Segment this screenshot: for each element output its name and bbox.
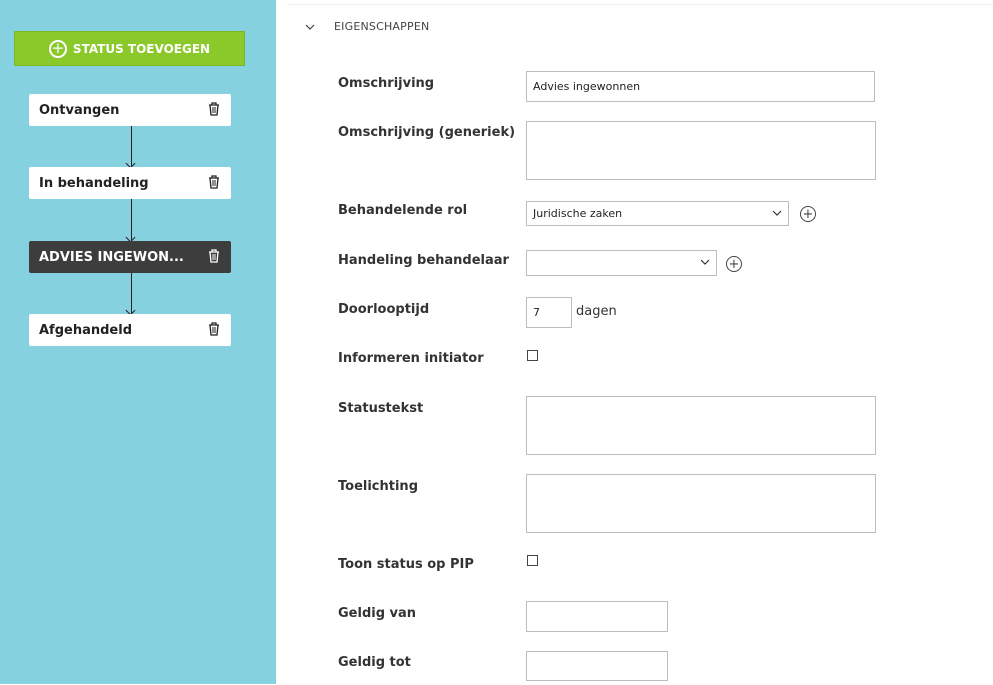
section-header[interactable]: EIGENSCHAPPEN bbox=[306, 20, 429, 33]
behandelende-rol-value: Juridische zaken bbox=[533, 207, 623, 220]
add-status-button[interactable]: + STATUS TOEVOEGEN bbox=[14, 31, 245, 66]
omschrijving-input[interactable]: Advies ingewonnen bbox=[526, 71, 875, 102]
chevron-down-icon bbox=[700, 259, 710, 265]
status-item-ontvangen[interactable]: Ontvangen bbox=[29, 94, 231, 126]
informeren-initiator-label: Informeren initiator bbox=[338, 351, 484, 366]
toelichting-textarea[interactable] bbox=[526, 474, 876, 533]
add-handeling-icon[interactable]: + bbox=[726, 256, 742, 272]
geldig-tot-label: Geldig tot bbox=[338, 655, 411, 670]
add-status-label: STATUS TOEVOEGEN bbox=[72, 41, 211, 56]
doorlooptijd-unit: dagen bbox=[576, 304, 617, 319]
flow-arrow bbox=[131, 126, 132, 166]
behandelende-rol-label: Behandelende rol bbox=[338, 203, 468, 218]
geldig-tot-input[interactable] bbox=[526, 651, 668, 681]
section-title: EIGENSCHAPPEN bbox=[334, 20, 430, 33]
informeren-initiator-checkbox[interactable] bbox=[527, 350, 538, 361]
flow-arrow bbox=[131, 273, 132, 313]
status-item-label: In behandeling bbox=[39, 175, 149, 191]
toon-status-pip-label: Toon status op PIP bbox=[338, 557, 474, 572]
toon-status-pip-checkbox[interactable] bbox=[527, 555, 538, 566]
statustekst-textarea[interactable] bbox=[526, 396, 876, 455]
status-item-advies-ingewonnen[interactable]: ADVIES INGEWON... bbox=[29, 241, 231, 273]
omschrijving-label: Omschrijving bbox=[338, 76, 435, 91]
status-item-label: Ontvangen bbox=[39, 102, 120, 118]
doorlooptijd-input[interactable]: 7 bbox=[526, 297, 572, 328]
add-rol-icon[interactable]: + bbox=[800, 206, 816, 222]
doorlooptijd-value: 7 bbox=[533, 306, 540, 319]
status-item-label: ADVIES INGEWON... bbox=[39, 249, 184, 265]
trash-icon[interactable] bbox=[208, 249, 220, 263]
geldig-van-label: Geldig van bbox=[338, 606, 417, 621]
geldig-van-input[interactable] bbox=[526, 601, 668, 632]
trash-icon[interactable] bbox=[208, 322, 220, 336]
toelichting-label: Toelichting bbox=[338, 479, 418, 494]
status-sidebar: + STATUS TOEVOEGEN Ontvangen In behandel… bbox=[0, 0, 276, 684]
behandelende-rol-select[interactable]: Juridische zaken bbox=[526, 201, 789, 226]
omschrijving-value: Advies ingewonnen bbox=[533, 80, 641, 93]
doorlooptijd-label: Doorlooptijd bbox=[338, 302, 430, 317]
handeling-behandelaar-label: Handeling behandelaar bbox=[338, 253, 509, 268]
omschrijving-generiek-label: Omschrijving (generiek) bbox=[338, 125, 516, 140]
plus-circle-icon: + bbox=[48, 39, 67, 58]
status-item-in-behandeling[interactable]: In behandeling bbox=[29, 167, 231, 199]
status-item-afgehandeld[interactable]: Afgehandeld bbox=[29, 314, 231, 346]
omschrijving-generiek-textarea[interactable] bbox=[526, 121, 876, 180]
chevron-down-icon bbox=[772, 210, 782, 216]
properties-panel bbox=[287, 4, 993, 685]
trash-icon[interactable] bbox=[208, 102, 220, 116]
status-item-label: Afgehandeld bbox=[39, 322, 133, 338]
trash-icon[interactable] bbox=[208, 175, 220, 189]
statustekst-label: Statustekst bbox=[338, 401, 424, 416]
handeling-behandelaar-select[interactable] bbox=[526, 250, 717, 276]
flow-arrow bbox=[131, 199, 132, 240]
